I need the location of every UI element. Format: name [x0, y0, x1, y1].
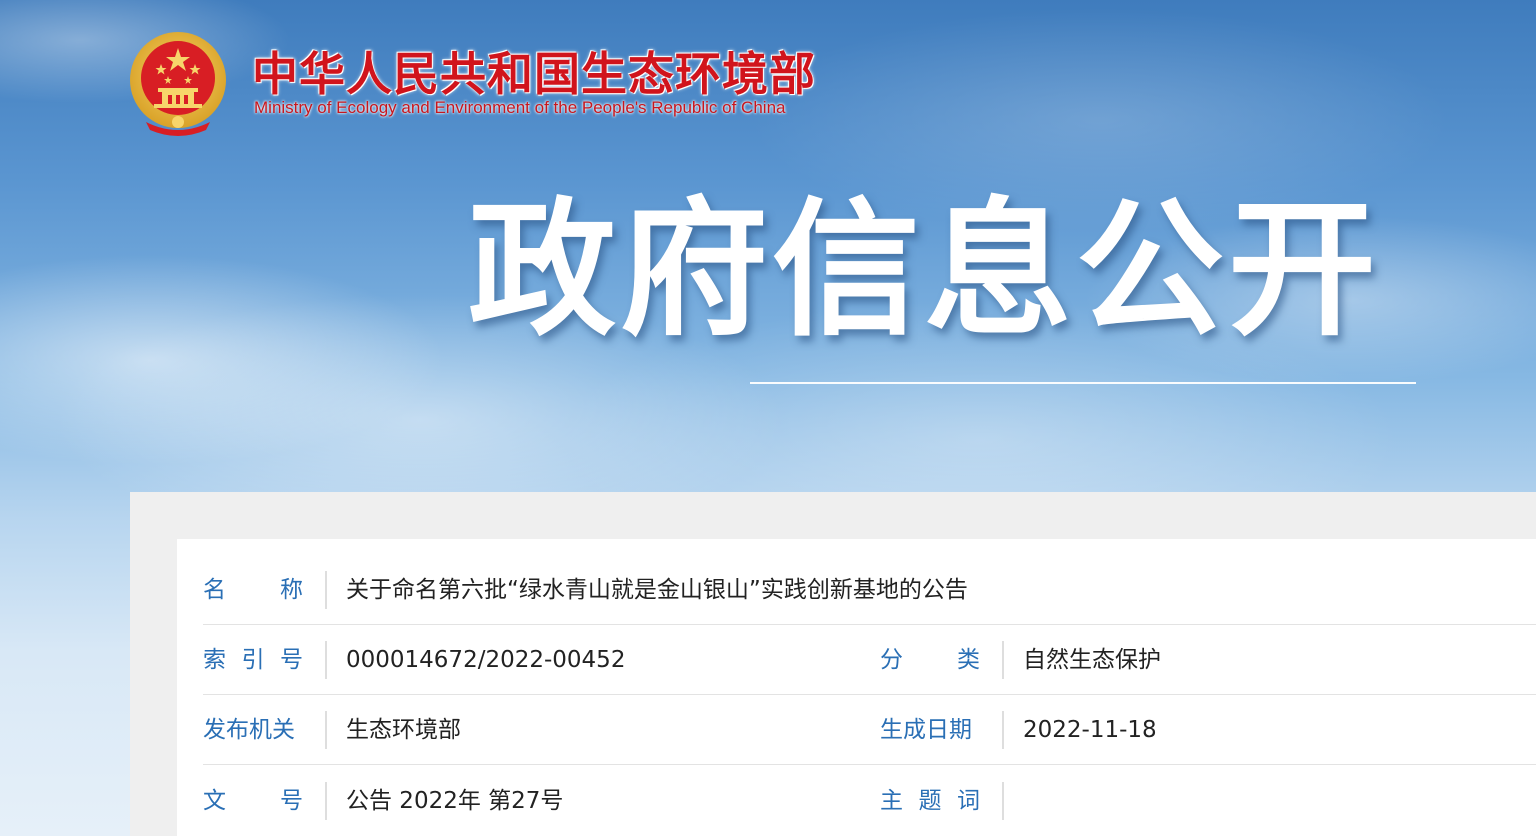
divider — [1002, 710, 1004, 749]
value-publisher: 生态环境部 — [346, 716, 461, 743]
label-keywords: 主 题 词 — [880, 788, 980, 814]
divider — [325, 570, 327, 609]
label-name: 名 称 — [203, 576, 303, 603]
label-category: 分 类 — [880, 646, 980, 673]
label-doc-number: 文 号 — [203, 788, 303, 814]
value-doc-number: 公告 2022年 第27号 — [346, 788, 564, 814]
divider — [325, 640, 327, 679]
divider — [325, 782, 327, 820]
national-emblem-icon[interactable] — [128, 30, 228, 138]
org-name-cn[interactable]: 中华人民共和国生态环境部 — [252, 38, 816, 104]
banner-title: 政府信息公开 — [468, 184, 1380, 356]
org-name-en[interactable]: Ministry of Ecology and Environment of t… — [254, 98, 785, 118]
value-category: 自然生态保护 — [1023, 646, 1161, 673]
info-row-publisher: 发布机关 生态环境部 生成日期 2022-11-18 — [203, 695, 1536, 765]
info-row-doc-number: 文 号 公告 2022年 第27号 主 题 词 — [203, 766, 1536, 836]
banner-divider — [750, 382, 1416, 384]
divider — [1002, 640, 1004, 679]
info-row-index: 索 引 号 000014672/2022-00452 分 类 自然生态保护 — [203, 625, 1536, 695]
label-created-date: 生成日期 — [880, 716, 972, 743]
value-name: 关于命名第六批“绿水青山就是金山银山”实践创新基地的公告 — [346, 576, 968, 603]
label-index-number: 索 引 号 — [203, 646, 303, 673]
divider — [325, 710, 327, 749]
value-index-number: 000014672/2022-00452 — [346, 646, 626, 673]
divider — [1002, 782, 1004, 820]
info-row-name: 名 称 关于命名第六批“绿水青山就是金山银山”实践创新基地的公告 — [203, 555, 1536, 625]
value-created-date: 2022-11-18 — [1023, 716, 1157, 743]
label-publisher: 发布机关 — [203, 716, 295, 743]
